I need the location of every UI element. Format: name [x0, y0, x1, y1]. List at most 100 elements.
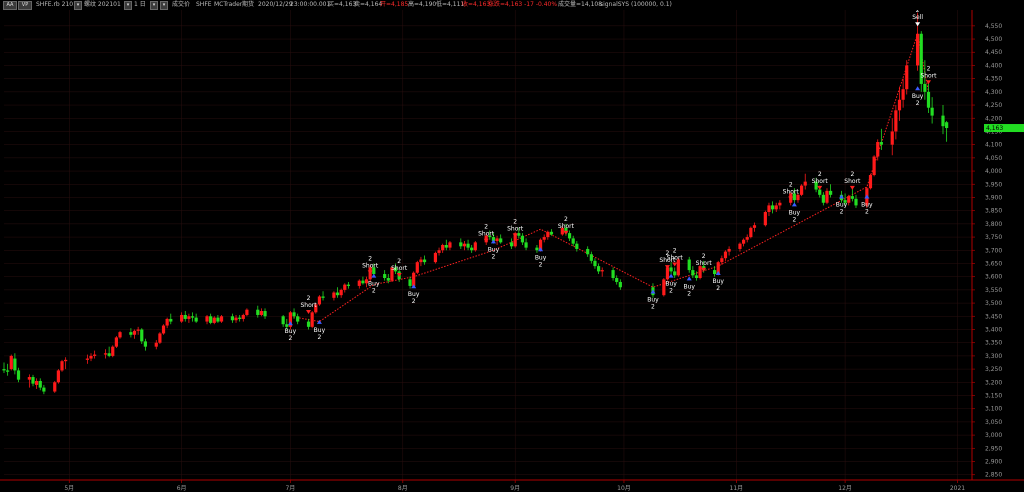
candle-body: [741, 239, 746, 244]
buy-label: Buy: [368, 281, 380, 288]
short-qty: 2: [673, 247, 677, 254]
candle-body: [535, 247, 539, 251]
candle-body: [35, 380, 39, 385]
candle-body: [361, 280, 365, 284]
y-tick-label: 3,300: [985, 353, 1002, 360]
candle-body: [383, 274, 387, 279]
candle-body: [691, 270, 695, 276]
y-tick-label: 4,500: [985, 36, 1002, 43]
candle-body: [132, 330, 137, 335]
candle-body: [466, 243, 470, 248]
sell-label: Sell: [912, 14, 923, 21]
candle-body: [38, 380, 42, 388]
candle-body: [93, 354, 97, 356]
candle-body: [499, 238, 503, 243]
short-label: Short: [920, 72, 937, 79]
volume-label: 成交量=14,108: [558, 1, 603, 8]
price-chart[interactable]: Buy2Short2Buy2Short2Buy2Short2Buy2Short2…: [0, 0, 1024, 492]
buy-label: Buy: [647, 297, 659, 304]
aa-button[interactable]: AA: [3, 1, 17, 10]
candle-body: [281, 316, 285, 325]
candle-body: [118, 332, 122, 338]
candle-body: [542, 237, 546, 240]
candle-body: [800, 185, 804, 195]
symbol-label: SHFE.rb 2101: [36, 1, 77, 8]
candle-body: [6, 370, 10, 372]
current-price-label: 4,163: [986, 125, 1003, 132]
candle-body: [13, 358, 17, 371]
short-label: Short: [362, 262, 379, 269]
candle: [161, 324, 166, 335]
candle-body: [419, 259, 423, 263]
candle-body: [346, 284, 351, 286]
contract-name-button[interactable]: 螺纹 202101: [84, 0, 121, 10]
candle-body: [357, 280, 361, 286]
y-tick-label: 3,900: [985, 194, 1002, 201]
candle-body: [114, 337, 118, 347]
candle-body: [386, 278, 390, 281]
buy-label: Buy: [789, 209, 801, 216]
candle-body: [615, 278, 619, 282]
candle: [433, 251, 438, 264]
candle: [473, 241, 477, 252]
candle: [698, 264, 702, 280]
dropdown-icon[interactable]: ▾: [74, 1, 82, 10]
price-type-button[interactable]: 成交价: [172, 0, 190, 10]
candle-body: [495, 238, 499, 242]
short-label: Short: [558, 223, 575, 230]
candle-body: [796, 194, 800, 201]
candle: [310, 311, 314, 329]
candle: [415, 260, 419, 275]
y-tick-label: 2,900: [985, 459, 1002, 466]
date-label: 2020/12/29: [258, 1, 293, 8]
candle-body: [818, 189, 822, 195]
short-qty: 2: [368, 255, 372, 262]
candle-body: [230, 316, 235, 321]
candle-body: [854, 198, 858, 206]
exchange-label: SHFE: [196, 1, 212, 8]
candle-body: [727, 248, 731, 252]
y-tick-label: 3,400: [985, 326, 1002, 333]
dropdown-icon[interactable]: ▾: [160, 1, 168, 10]
candle-body: [194, 317, 198, 322]
candle-body: [829, 190, 833, 195]
y-tick-label: 4,300: [985, 89, 1002, 96]
buy-label: Buy: [314, 327, 326, 334]
buy-qty: 2: [318, 334, 322, 341]
buy-label: Buy: [285, 328, 297, 335]
candle-body: [448, 242, 452, 248]
candle: [763, 210, 767, 227]
candle-body: [111, 346, 115, 356]
candle-body: [905, 65, 909, 90]
dropdown-icon[interactable]: ▾: [150, 1, 158, 10]
candle-body: [611, 270, 615, 279]
dropdown-icon[interactable]: ▾: [124, 1, 132, 10]
candle-body: [473, 242, 477, 251]
close-price: 收=4,163: [462, 1, 491, 8]
candle-body: [825, 190, 829, 203]
candle-body: [332, 292, 336, 298]
candle-body: [263, 311, 267, 317]
open-price: 开=4,185: [380, 1, 409, 8]
candle-body: [310, 312, 314, 327]
y-tick-label: 3,200: [985, 379, 1002, 386]
candle-body: [31, 377, 35, 384]
short-label: Short: [478, 231, 495, 238]
short-qty: 2: [789, 181, 793, 188]
vp-button[interactable]: VP: [18, 1, 32, 10]
buy-label: Buy: [836, 201, 848, 208]
candle-body: [821, 194, 825, 203]
candle-body: [335, 292, 340, 296]
short-label: Short: [507, 225, 524, 232]
candle-body: [433, 252, 438, 263]
buy-qty: 2: [412, 298, 416, 305]
candle-body: [317, 296, 322, 305]
candle: [868, 173, 873, 190]
y-tick-label: 3,550: [985, 287, 1002, 294]
low-price: 低=4,111: [436, 1, 465, 8]
period-button[interactable]: 1 日: [134, 0, 146, 10]
candle-body: [259, 311, 264, 315]
y-tick-label: 4,400: [985, 62, 1002, 69]
candle-body: [136, 329, 140, 331]
candle: [60, 359, 64, 372]
